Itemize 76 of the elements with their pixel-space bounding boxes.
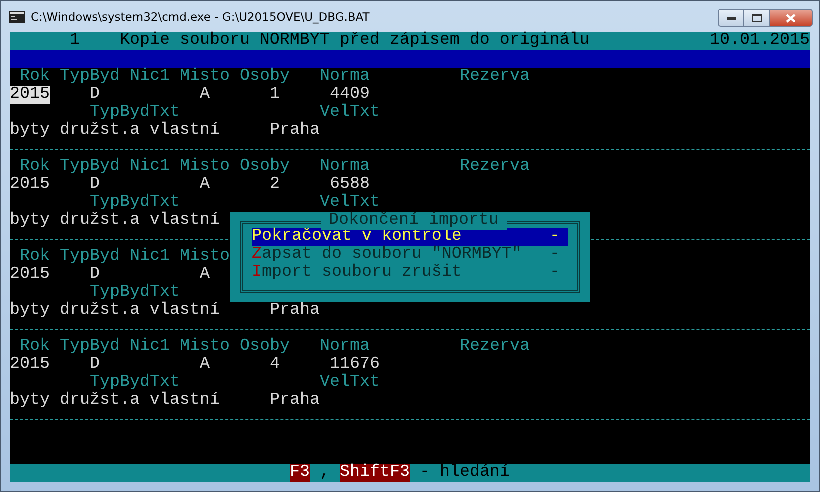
field-value: A <box>200 176 210 194</box>
field-label: Nic1 <box>130 338 170 356</box>
field-label: Rezerva <box>460 68 530 86</box>
field-label: TypByd <box>60 158 120 176</box>
field-label: Misto <box>180 68 230 86</box>
field-value: D <box>90 356 100 374</box>
field-label: Nic1 <box>130 68 170 86</box>
field-label: TypBydTxt <box>90 374 180 392</box>
field-value: 11676 <box>330 356 380 374</box>
status-text: , <box>320 464 330 482</box>
field-label: TypByd <box>60 338 120 356</box>
dialog-title: Dokončení importu <box>321 212 507 230</box>
field-value: Praha <box>270 122 320 140</box>
menu-item[interactable]: Pokračovat v kontrole - <box>252 228 568 246</box>
close-icon <box>786 14 796 22</box>
field-label: Misto <box>180 338 230 356</box>
window-title: C:\Windows\system32\cmd.exe - G:\U2015OVE\U_DBG.BAT <box>31 10 371 24</box>
field-label: Osoby <box>240 68 290 86</box>
field-label: TypByd <box>60 68 120 86</box>
console-icon <box>9 10 25 22</box>
field-label: Rezerva <box>460 338 530 356</box>
field-value: 4 <box>270 356 280 374</box>
field-value: 2015 <box>10 356 50 374</box>
maximize-icon <box>752 14 762 22</box>
field-value: 2015 <box>10 176 50 194</box>
field-value: A <box>200 86 210 104</box>
key-hint: ShiftF3 <box>340 464 410 482</box>
header-title: Kopie souboru NORMBYT před zápisem do originálu <box>120 32 590 50</box>
field-value: 2015 <box>10 86 50 104</box>
field-value: Praha <box>270 392 320 410</box>
field-label: VelTxt <box>320 374 380 392</box>
field-label: Rok <box>20 68 50 86</box>
minimize-button[interactable] <box>718 9 744 27</box>
field-label: TypByd <box>60 248 120 266</box>
field-value: byty družst.a vlastní <box>10 302 220 320</box>
field-value: 2 <box>270 176 280 194</box>
field-label: Rok <box>20 248 50 266</box>
field-label: Norma <box>320 158 370 176</box>
field-value: A <box>200 356 210 374</box>
field-value: byty družst.a vlastní <box>10 122 220 140</box>
field-label: Nic1 <box>130 248 170 266</box>
field-label: Osoby <box>240 338 290 356</box>
minimize-icon <box>726 16 736 20</box>
key-hint: F3 <box>290 464 310 482</box>
field-label: TypBydTxt <box>90 104 180 122</box>
field-label: Misto <box>180 158 230 176</box>
field-value: D <box>90 266 100 284</box>
close-button[interactable] <box>770 9 813 27</box>
menu-item[interactable]: Zapsat do souboru "NORMBYT" - <box>252 246 568 264</box>
field-label: Norma <box>320 338 370 356</box>
field-label: TypBydTxt <box>90 194 180 212</box>
field-label: TypBydTxt <box>90 284 180 302</box>
field-label: VelTxt <box>320 194 380 212</box>
field-value: 6588 <box>330 176 370 194</box>
field-label: Norma <box>320 68 370 86</box>
field-label: Rok <box>20 158 50 176</box>
field-label: Nic1 <box>130 158 170 176</box>
field-value: byty družst.a vlastní <box>10 392 220 410</box>
field-label: VelTxt <box>320 104 380 122</box>
field-value: D <box>90 86 100 104</box>
menu-item[interactable]: Import souboru zrušit - <box>252 264 568 282</box>
header-date: 10.01.2015 <box>710 32 810 50</box>
field-value: A <box>200 266 210 284</box>
header-number: 1 <box>70 32 80 50</box>
field-value: 1 <box>270 86 280 104</box>
field-label: Misto <box>180 248 230 266</box>
status-text: - hledání <box>420 464 510 482</box>
field-label: Rezerva <box>460 158 530 176</box>
field-value: Praha <box>270 302 320 320</box>
field-value: 2015 <box>10 266 50 284</box>
field-value: byty družst.a vlastní <box>10 212 220 230</box>
field-label: Osoby <box>240 158 290 176</box>
field-label: Rok <box>20 338 50 356</box>
maximize-button[interactable] <box>744 9 770 27</box>
field-value: D <box>90 176 100 194</box>
field-value: 4409 <box>330 86 370 104</box>
